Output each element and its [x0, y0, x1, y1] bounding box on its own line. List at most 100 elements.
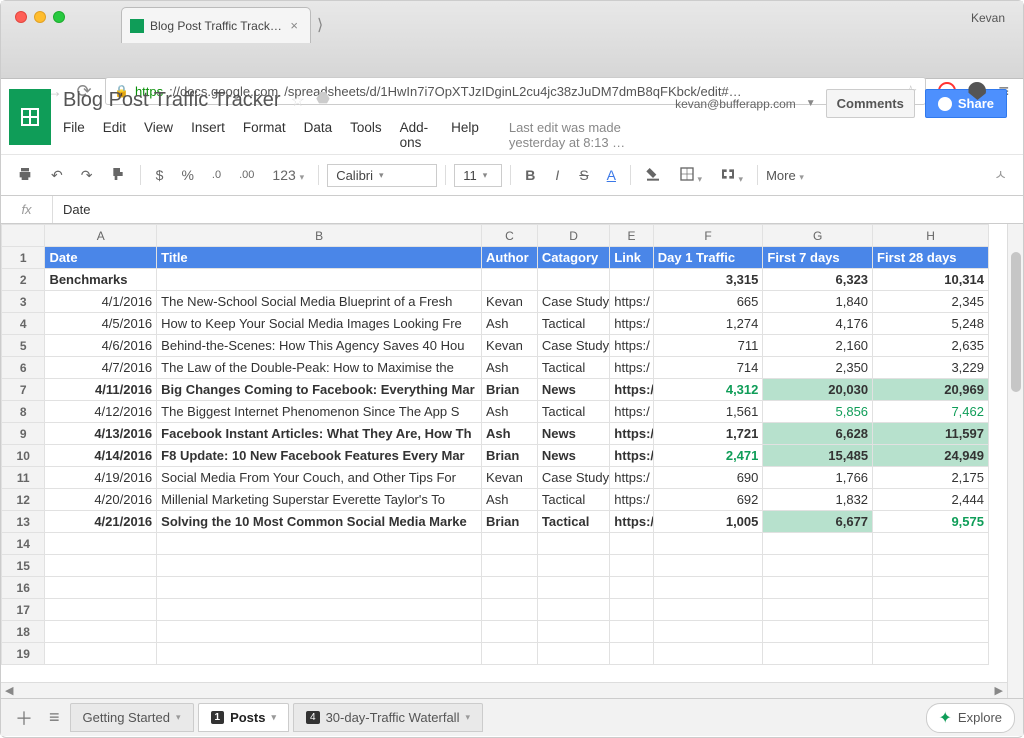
cell[interactable]: Tactical [537, 401, 609, 423]
cell[interactable]: https:/ [610, 467, 653, 489]
format-currency-button[interactable]: $ [149, 163, 169, 187]
cell[interactable]: https:/ [610, 379, 653, 401]
scroll-right-icon[interactable]: ▶ [995, 684, 1003, 697]
cell[interactable]: Tactical [537, 489, 609, 511]
sheet-tab-waterfall[interactable]: 430-day-Traffic Waterfall▾ [293, 703, 483, 732]
cell[interactable]: 4/13/2016 [45, 423, 157, 445]
cell[interactable] [157, 621, 482, 643]
fill-color-button[interactable] [639, 162, 667, 189]
cell[interactable] [873, 621, 989, 643]
redo-button[interactable]: ↷ [75, 163, 99, 188]
col-header-F[interactable]: F [653, 225, 763, 247]
cell[interactable]: Case Study [537, 335, 609, 357]
menu-view[interactable]: View [144, 120, 173, 150]
col-header-H[interactable]: H [873, 225, 989, 247]
select-all-corner[interactable] [2, 225, 45, 247]
cell[interactable]: Title [157, 247, 482, 269]
cell[interactable]: How to Keep Your Social Media Images Loo… [157, 313, 482, 335]
row-header[interactable]: 9 [2, 423, 45, 445]
cell[interactable]: Benchmarks [45, 269, 157, 291]
row-header[interactable]: 12 [2, 489, 45, 511]
cell[interactable]: https:/ [610, 489, 653, 511]
row-header[interactable]: 2 [2, 269, 45, 291]
cell[interactable]: 1,766 [763, 467, 873, 489]
cell[interactable] [482, 577, 538, 599]
cell[interactable]: 6,323 [763, 269, 873, 291]
row-header[interactable]: 14 [2, 533, 45, 555]
cell[interactable]: Brian [482, 511, 538, 533]
cell[interactable] [537, 533, 609, 555]
cell[interactable]: https:/ [610, 445, 653, 467]
cell[interactable]: 2,350 [763, 357, 873, 379]
cell[interactable]: F8 Update: 10 New Facebook Features Ever… [157, 445, 482, 467]
cell[interactable] [873, 577, 989, 599]
cell[interactable]: 20,030 [763, 379, 873, 401]
menu-edit[interactable]: Edit [103, 120, 126, 150]
cell[interactable]: 1,832 [763, 489, 873, 511]
cell[interactable] [763, 577, 873, 599]
cell[interactable]: 2,345 [873, 291, 989, 313]
cell[interactable]: 5,856 [763, 401, 873, 423]
explore-button[interactable]: ✦Explore [926, 703, 1015, 733]
cell[interactable] [157, 555, 482, 577]
cell[interactable] [653, 599, 763, 621]
maximize-window-button[interactable] [53, 11, 65, 23]
sheet-tab-getting-started[interactable]: Getting Started▾ [70, 703, 194, 732]
cell[interactable] [653, 577, 763, 599]
cell[interactable]: 3,315 [653, 269, 763, 291]
add-sheet-button[interactable]: ＋ [9, 705, 39, 731]
cell[interactable]: 4/6/2016 [45, 335, 157, 357]
cell[interactable] [537, 621, 609, 643]
cell[interactable]: 6,677 [763, 511, 873, 533]
cell[interactable] [537, 555, 609, 577]
cell[interactable]: Day 1 Traffic [653, 247, 763, 269]
col-header-A[interactable]: A [45, 225, 157, 247]
cell[interactable] [873, 599, 989, 621]
cell[interactable]: The Law of the Double-Peak: How to Maxim… [157, 357, 482, 379]
cell[interactable] [482, 533, 538, 555]
cell[interactable]: 1,274 [653, 313, 763, 335]
cell[interactable] [157, 599, 482, 621]
cell[interactable]: News [537, 445, 609, 467]
row-header[interactable]: 5 [2, 335, 45, 357]
text-color-button[interactable]: A [601, 163, 622, 187]
cell[interactable]: Ash [482, 313, 538, 335]
cell[interactable]: Kevan [482, 467, 538, 489]
cell[interactable] [610, 621, 653, 643]
cell[interactable] [610, 269, 653, 291]
cell[interactable]: 4/11/2016 [45, 379, 157, 401]
cell[interactable]: Kevan [482, 291, 538, 313]
browser-tab-active[interactable]: Blog Post Traffic Tracker - … × [121, 7, 311, 43]
cell[interactable] [610, 533, 653, 555]
col-header-B[interactable]: B [157, 225, 482, 247]
scrollbar-thumb[interactable] [1011, 252, 1021, 392]
cell[interactable] [482, 269, 538, 291]
menu-file[interactable]: File [63, 120, 85, 150]
col-header-G[interactable]: G [763, 225, 873, 247]
cell[interactable]: Brian [482, 379, 538, 401]
cell[interactable]: 4/14/2016 [45, 445, 157, 467]
spreadsheet-grid[interactable]: A B C D E F G H 1 Date Title Author Cata… [1, 224, 1023, 698]
cell[interactable] [482, 621, 538, 643]
cell[interactable]: News [537, 423, 609, 445]
print-button[interactable] [11, 162, 39, 189]
number-format-button[interactable]: 123 ▾ [266, 163, 310, 187]
merge-cells-button[interactable]: ▾ [714, 162, 749, 189]
cell[interactable]: Social Media From Your Couch, and Other … [157, 467, 482, 489]
toolbar-collapse-icon[interactable]: ㅅ [988, 161, 1013, 189]
sheets-logo-icon[interactable] [9, 89, 51, 145]
row-header[interactable]: 6 [2, 357, 45, 379]
cell[interactable]: Case Study [537, 467, 609, 489]
account-menu-caret-icon[interactable]: ▼ [806, 98, 816, 109]
cell[interactable]: 1,005 [653, 511, 763, 533]
cell[interactable]: 10,314 [873, 269, 989, 291]
row-header[interactable]: 11 [2, 467, 45, 489]
cell[interactable] [157, 577, 482, 599]
cell[interactable]: https:/ [610, 313, 653, 335]
cell[interactable]: Date [45, 247, 157, 269]
cell[interactable]: https:/ [610, 423, 653, 445]
cell[interactable]: 4,312 [653, 379, 763, 401]
cell[interactable] [537, 577, 609, 599]
cell[interactable]: 15,485 [763, 445, 873, 467]
font-size-select[interactable]: 11▾ [454, 164, 502, 187]
